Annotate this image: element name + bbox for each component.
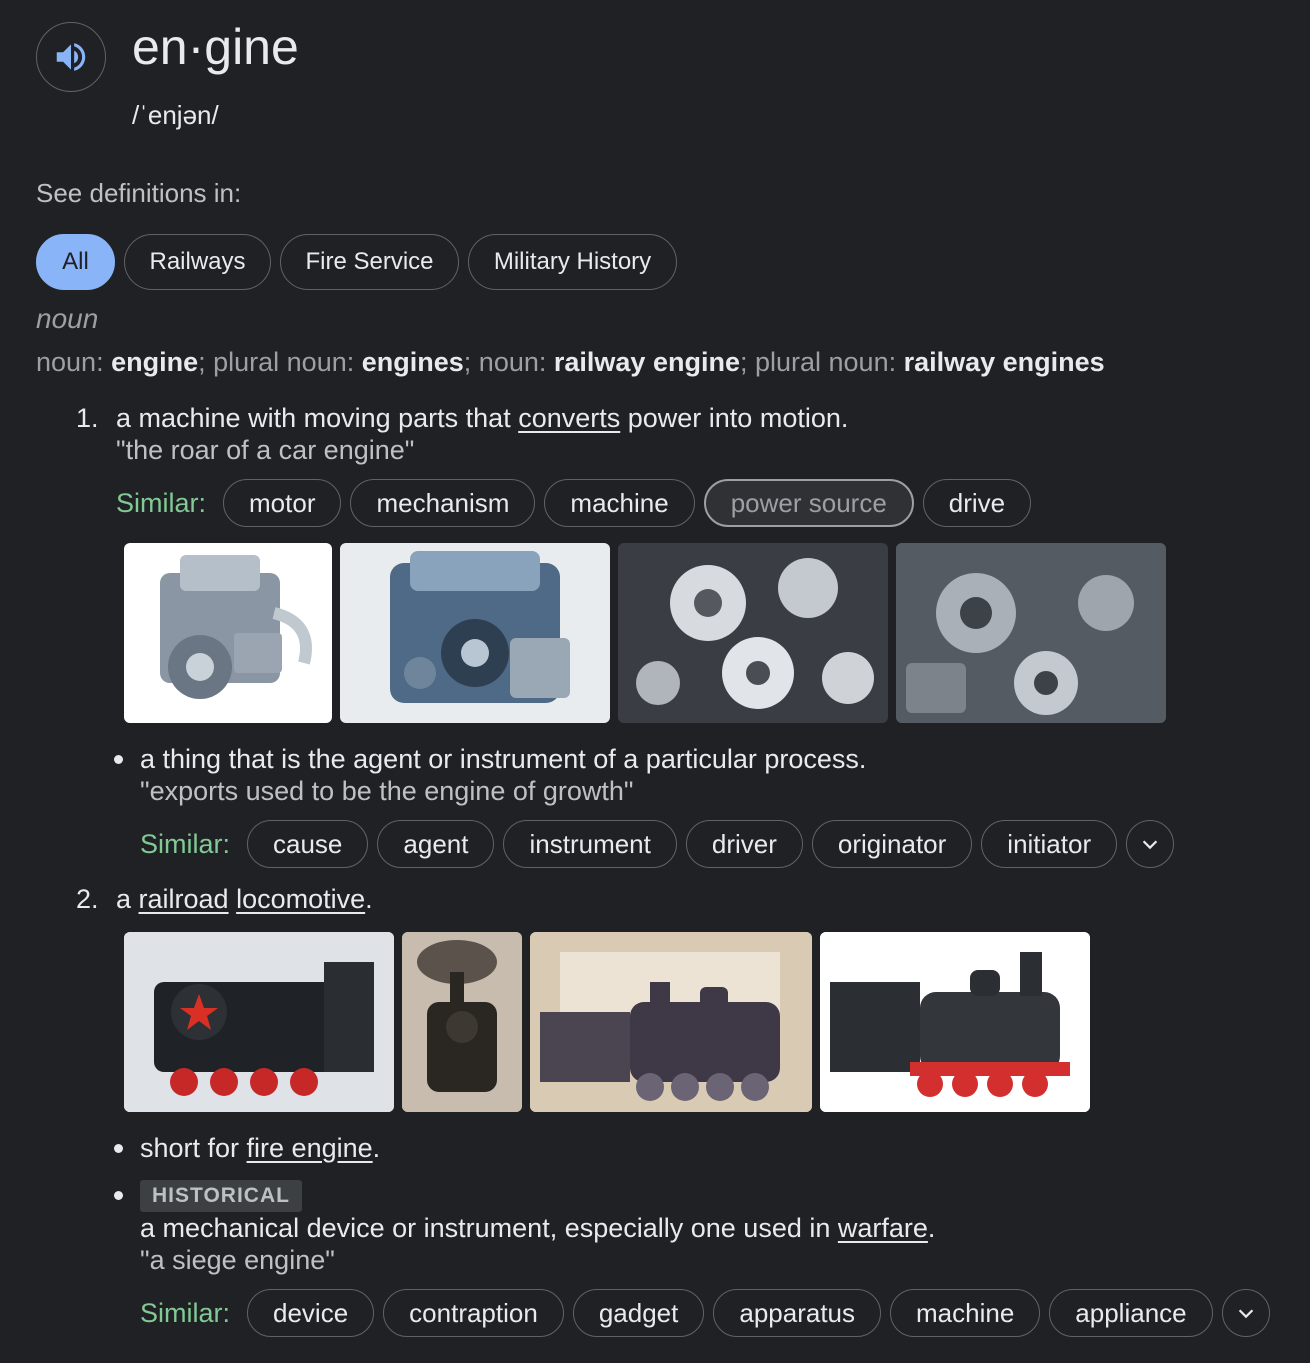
- similar-row: Similar: cause agent instrument driver o…: [140, 820, 1175, 868]
- definition-text: short for fire engine.: [140, 1133, 380, 1164]
- pronounce-button[interactable]: [36, 22, 106, 92]
- form-label: plural noun: [213, 347, 347, 377]
- form-label: noun: [478, 347, 539, 377]
- usage-example: "a siege engine": [140, 1245, 335, 1275]
- word-forms: noun: engine; plural noun: engines; noun…: [36, 347, 1105, 377]
- similar-chip[interactable]: contraption: [383, 1289, 564, 1337]
- engine-photo: [896, 543, 1166, 723]
- similar-chip[interactable]: device: [247, 1289, 375, 1337]
- form-word: railway engines: [903, 347, 1105, 377]
- usage-example: "the roar of a car engine": [116, 435, 415, 465]
- similar-chip[interactable]: machine: [544, 479, 695, 527]
- locomotive-image[interactable]: [820, 932, 1090, 1112]
- engine-image[interactable]: [340, 543, 610, 723]
- locomotive-image[interactable]: [402, 932, 522, 1112]
- engine-image[interactable]: [124, 543, 332, 723]
- expand-similar-button[interactable]: [1221, 1289, 1270, 1337]
- definition-part: .: [365, 884, 373, 914]
- similar-label: Similar:: [140, 1297, 231, 1328]
- category-chip-all[interactable]: All: [36, 234, 115, 290]
- similar-row: Similar: motor mechanism machine power s…: [116, 479, 1032, 527]
- definition-part: a mechanical device or instrument, espec…: [140, 1213, 838, 1243]
- similar-row: Similar: device contraption gadget appar…: [140, 1289, 1270, 1337]
- similar-label: Similar:: [116, 487, 207, 518]
- historical-tag: HISTORICAL: [140, 1180, 302, 1212]
- definition-text: a thing that is the agent or instrument …: [140, 744, 867, 774]
- form-label: noun: [36, 347, 97, 377]
- definition-part: .: [372, 1133, 381, 1163]
- similar-chip[interactable]: agent: [377, 820, 495, 868]
- form-word: engines: [361, 347, 464, 377]
- category-chip-railways[interactable]: Railways: [124, 234, 271, 290]
- locomotive-photo: [530, 932, 812, 1112]
- form-word: railway engine: [553, 347, 740, 377]
- definition-part: .: [927, 1213, 936, 1243]
- definition-text: a railroad locomotive.: [116, 884, 373, 915]
- definition-part: short for: [140, 1133, 247, 1163]
- definition-part: a: [116, 884, 139, 914]
- see-definitions-label: See definitions in:: [36, 178, 242, 208]
- form-label: plural noun: [754, 347, 889, 377]
- definition-part: a machine with moving parts that: [116, 403, 519, 433]
- definition-link-railroad[interactable]: railroad: [139, 884, 229, 914]
- definition-text: a mechanical device or instrument, espec…: [140, 1213, 935, 1244]
- sense-number: 2.: [76, 884, 99, 914]
- locomotive-photo: [820, 932, 1090, 1112]
- usage-example: "exports used to be the engine of growth…: [140, 776, 634, 806]
- definition-link-warfare[interactable]: warfare: [838, 1213, 928, 1243]
- definition-link-locomotive[interactable]: locomotive: [236, 884, 365, 914]
- bullet: [114, 755, 123, 764]
- sense-number: 1.: [76, 403, 99, 433]
- similar-chip[interactable]: instrument: [503, 820, 677, 868]
- headword: en·gine: [132, 19, 299, 75]
- engine-image[interactable]: [896, 543, 1166, 723]
- locomotive-image[interactable]: [124, 932, 394, 1112]
- definition-text: a machine with moving parts that convert…: [116, 403, 848, 434]
- category-chip-fire-service[interactable]: Fire Service: [280, 234, 459, 290]
- engine-photo: [390, 551, 570, 703]
- expand-similar-button[interactable]: [1126, 820, 1175, 868]
- similar-chip[interactable]: originator: [811, 820, 973, 868]
- part-of-speech: noun: [36, 303, 99, 334]
- engine-photo: [618, 543, 888, 723]
- category-chips: All Railways Fire Service Military Histo…: [36, 234, 677, 290]
- engine-photo: [160, 555, 312, 699]
- similar-chip[interactable]: apparatus: [713, 1289, 882, 1337]
- similar-chip[interactable]: initiator: [981, 820, 1118, 868]
- similar-chip[interactable]: drive: [922, 479, 1032, 527]
- locomotive-photo: [402, 932, 522, 1112]
- definition-link-converts[interactable]: converts: [518, 403, 620, 433]
- definition-link-fire-engine[interactable]: fire engine: [247, 1133, 373, 1163]
- similar-chip[interactable]: machine: [890, 1289, 1041, 1337]
- bullet: [114, 1191, 123, 1200]
- chevron-down-icon: [1238, 1309, 1253, 1319]
- similar-chip[interactable]: cause: [247, 820, 369, 868]
- engine-image[interactable]: [618, 543, 888, 723]
- bullet: [114, 1144, 123, 1153]
- similar-chip[interactable]: motor: [223, 479, 342, 527]
- similar-chip[interactable]: appliance: [1049, 1289, 1213, 1337]
- locomotive-image[interactable]: [530, 932, 812, 1112]
- category-chip-military-history[interactable]: Military History: [468, 234, 677, 290]
- locomotive-photo: [124, 932, 394, 1112]
- similar-chip[interactable]: driver: [685, 820, 803, 868]
- similar-chip[interactable]: power source: [703, 479, 914, 527]
- similar-chip[interactable]: gadget: [572, 1289, 705, 1337]
- form-word: engine: [111, 347, 199, 377]
- similar-chip[interactable]: mechanism: [350, 479, 536, 527]
- similar-label: Similar:: [140, 828, 231, 859]
- speaker-icon: [56, 43, 86, 71]
- phonetic-spelling: /ˈenjən/: [132, 100, 219, 130]
- definition-part: power into motion.: [620, 403, 849, 433]
- chevron-down-icon: [1142, 840, 1158, 850]
